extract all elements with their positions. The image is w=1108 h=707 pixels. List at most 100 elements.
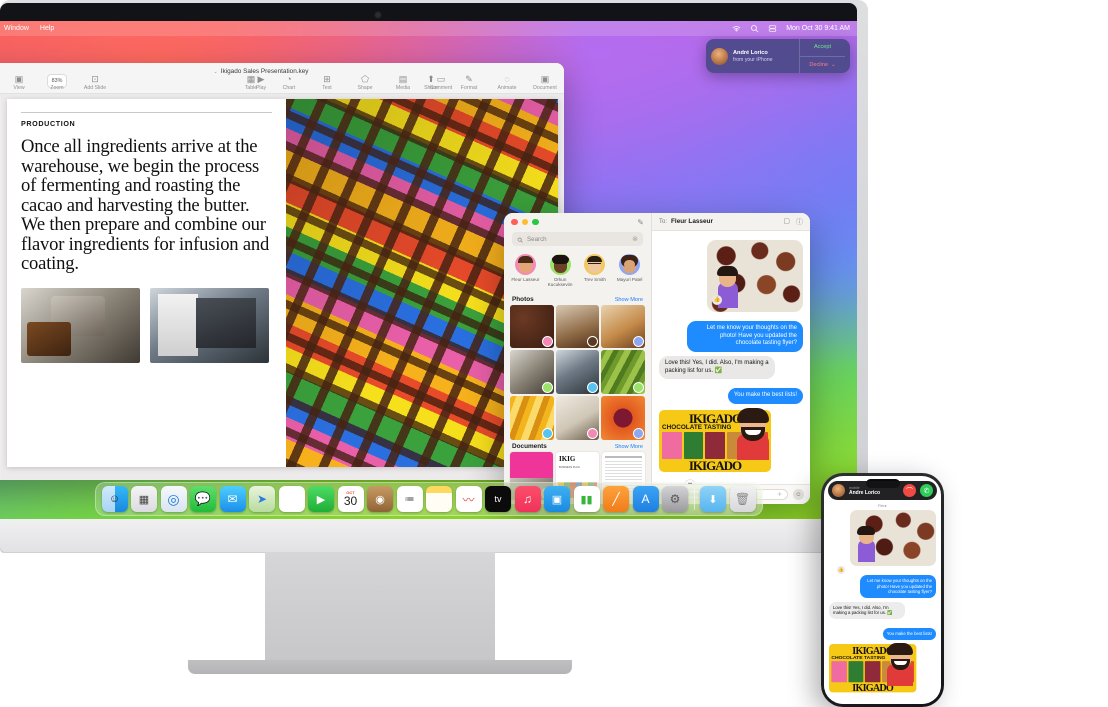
share-icon: ⬆ (427, 74, 435, 84)
toolbar-text-button[interactable]: ⊞ Text (308, 74, 346, 91)
info-icon[interactable]: ⓘ (796, 217, 803, 227)
dock-item-system-settings[interactable]: ⚙ (662, 486, 688, 512)
dock-item-notes[interactable] (426, 486, 452, 512)
tapback-thumbsup[interactable]: 👍 (837, 566, 845, 574)
avatar (541, 427, 553, 439)
pinned-conversation[interactable]: Mayuri Patel (614, 254, 646, 288)
photo-cell[interactable] (555, 395, 600, 440)
toolbar-view-button[interactable]: ▣ View (0, 74, 38, 91)
search-input[interactable]: Search ⊗ (512, 232, 643, 246)
minimize-icon[interactable] (521, 218, 528, 226)
toolbar-shape-button[interactable]: ⬠ Shape (346, 74, 384, 91)
toolbar-chart-button[interactable]: ◔ Chart (270, 74, 308, 91)
photo-cell[interactable] (555, 350, 600, 394)
messages-window[interactable]: ✎ Search ⊗ Fleur Lasseur Orkun Kucuksevi… (504, 213, 810, 504)
toolbar-share-button[interactable]: ⬆ Share (412, 74, 450, 91)
photo-cell[interactable] (510, 350, 554, 394)
dock-item-photos[interactable]: ✿ (278, 486, 305, 512)
photos-show-more[interactable]: Show More (615, 297, 643, 303)
toolbar-format-button[interactable]: ✎ Format (450, 74, 488, 91)
tapback-thumbsup[interactable]: 👍 (712, 295, 722, 305)
dock-item-reminders[interactable]: ≔ (396, 486, 423, 512)
menu-item-help[interactable]: Help (40, 25, 54, 32)
toolbar-add-slide-button[interactable]: ⊡ Add Slide (76, 74, 114, 91)
slide-canvas[interactable]: PRODUCTION Once all ingredients arrive a… (1, 94, 564, 480)
message-image-flyer[interactable]: IKIGADO CHOCOLATE TASTING IKIGADO (659, 408, 771, 473)
caller-avatar (711, 47, 728, 65)
dock-item-downloads-folder[interactable]: ⬇ (700, 486, 726, 512)
photo-cell[interactable] (601, 395, 645, 440)
pinned-conversation[interactable]: Fleur Lasseur (509, 254, 541, 288)
dock-item-music[interactable]: ♫ (514, 486, 541, 512)
chevron-down-icon[interactable]: ⌄ (831, 62, 836, 68)
current-slide[interactable]: PRODUCTION Once all ingredients arrive a… (7, 99, 558, 467)
iphone-message-thread[interactable]: Fleur 👍 Let me know your thoughts on the… (824, 501, 941, 704)
pinned-conversation[interactable]: Trev Smith (579, 254, 611, 288)
message-image-flyer[interactable]: IKIGADO CHOCOLATE TASTING IKIGADO (829, 643, 941, 694)
close-icon[interactable] (511, 218, 518, 226)
dock-item-mail[interactable]: ✉ (219, 486, 246, 512)
dock-item-pages[interactable]: ╱ (603, 486, 629, 512)
documents-show-more[interactable]: Show More (615, 444, 643, 450)
dock-item-calendar[interactable]: OCT 30 (337, 486, 364, 512)
toolbar-table-button[interactable]: ▦ Table (232, 74, 270, 91)
emoji-icon[interactable]: ☺ (793, 489, 804, 500)
message-bubble-outgoing[interactable]: Let me know your thoughts on the photo! … (860, 575, 936, 598)
dock-item-maps[interactable]: ➤ (249, 486, 275, 512)
message-bubble-incoming[interactable]: Love this! Yes, I did. Also, I'm making … (659, 356, 775, 380)
search-icon[interactable] (750, 24, 759, 33)
dock-item-keynote[interactable]: ▣ (544, 486, 570, 512)
slide-photo-left[interactable] (21, 287, 140, 363)
photo-cell[interactable] (510, 395, 554, 440)
pinned-conversation[interactable]: Orkun Kucuksevim (544, 254, 576, 288)
conversation-recipient[interactable]: Fleur Lasseur (671, 218, 713, 225)
message-bubble-incoming[interactable]: Love this! Yes, I did. Also, I'm making … (829, 601, 905, 619)
message-bubble-outgoing[interactable]: You make the best lists! (727, 388, 803, 405)
iphone-call-banner[interactable]: mobile Andre Lorico ⌒ ✆ (828, 481, 937, 500)
toolbar-animate-button[interactable]: ◌ Animate (488, 74, 526, 91)
decline-call-icon[interactable]: ⌒ (903, 484, 916, 497)
dock[interactable]: ☺ ▦ ◎ 💬 ✉ ➤ ✿ ▶ OCT 30 ◉ ≔ 〰 tv ♫ ▣ ▮▮ ╱… (94, 482, 763, 516)
decline-call-button[interactable]: Decline ⌄ (800, 57, 845, 74)
dock-item-trash[interactable]: 🗑 (729, 486, 756, 512)
keynote-window[interactable]: ⌄ Ikigado Sales Presentation.key ▣ View … (0, 63, 564, 480)
slide-text-area[interactable]: PRODUCTION Once all ingredients arrive a… (7, 99, 286, 467)
menu-item-window[interactable]: Window (4, 25, 29, 32)
send-icon[interactable]: ✈ (777, 492, 782, 498)
dock-item-safari[interactable]: ◎ (160, 486, 187, 512)
dock-item-messages[interactable]: 💬 (190, 486, 216, 512)
accept-call-button[interactable]: Accept (800, 39, 845, 57)
menu-bar-clock[interactable]: Mon Oct 30 9:41 AM (786, 25, 850, 32)
clear-icon[interactable]: ⊗ (632, 235, 638, 243)
dock-item-app-store[interactable]: A (632, 486, 659, 512)
dock-item-finder[interactable]: ☺ (101, 486, 128, 512)
compose-icon[interactable]: ✎ (637, 218, 644, 227)
zoom-icon[interactable] (532, 218, 539, 226)
slide-photo-right[interactable] (150, 287, 269, 363)
wifi-icon[interactable] (732, 24, 741, 33)
dock-item-launchpad[interactable]: ▦ (131, 486, 157, 512)
avatar (587, 381, 599, 393)
screenshot-root: Window Help Mon Oct 30 9:41 AM ⌄ Ikigado… (0, 0, 1108, 707)
message-bubble-outgoing[interactable]: You make the best lists! (882, 628, 936, 640)
photo-cell[interactable] (510, 304, 554, 349)
toolbar-document-button[interactable]: ▣ Document (526, 74, 564, 91)
incoming-call-notification[interactable]: André Lorico from your iPhone Accept Dec… (706, 39, 850, 73)
pinned-name: Fleur Lasseur (511, 277, 540, 282)
photo-cell[interactable] (555, 304, 600, 349)
message-bubble-outgoing[interactable]: Let me know your thoughts on the photo! … (687, 321, 803, 353)
toolbar-zoom-control[interactable]: 83% Zoom (38, 74, 76, 91)
message-image-chocolate-squares[interactable] (850, 510, 936, 566)
photo-cell[interactable] (601, 304, 645, 349)
dock-item-freeform[interactable]: 〰 (455, 486, 482, 512)
dock-item-contacts[interactable]: ◉ (367, 486, 393, 512)
control-center-icon[interactable] (768, 24, 777, 33)
message-thread[interactable]: 👍 Let me know your thoughts on the photo… (652, 231, 810, 484)
dock-item-facetime[interactable]: ▶ (308, 486, 334, 512)
chart-label: Chart (282, 85, 296, 91)
dock-item-apple-tv[interactable]: tv (485, 486, 511, 512)
accept-call-icon[interactable]: ✆ (920, 484, 933, 497)
photo-cell[interactable] (601, 350, 645, 394)
facetime-icon[interactable]: ▢ (783, 217, 790, 227)
dock-item-numbers[interactable]: ▮▮ (573, 486, 600, 512)
